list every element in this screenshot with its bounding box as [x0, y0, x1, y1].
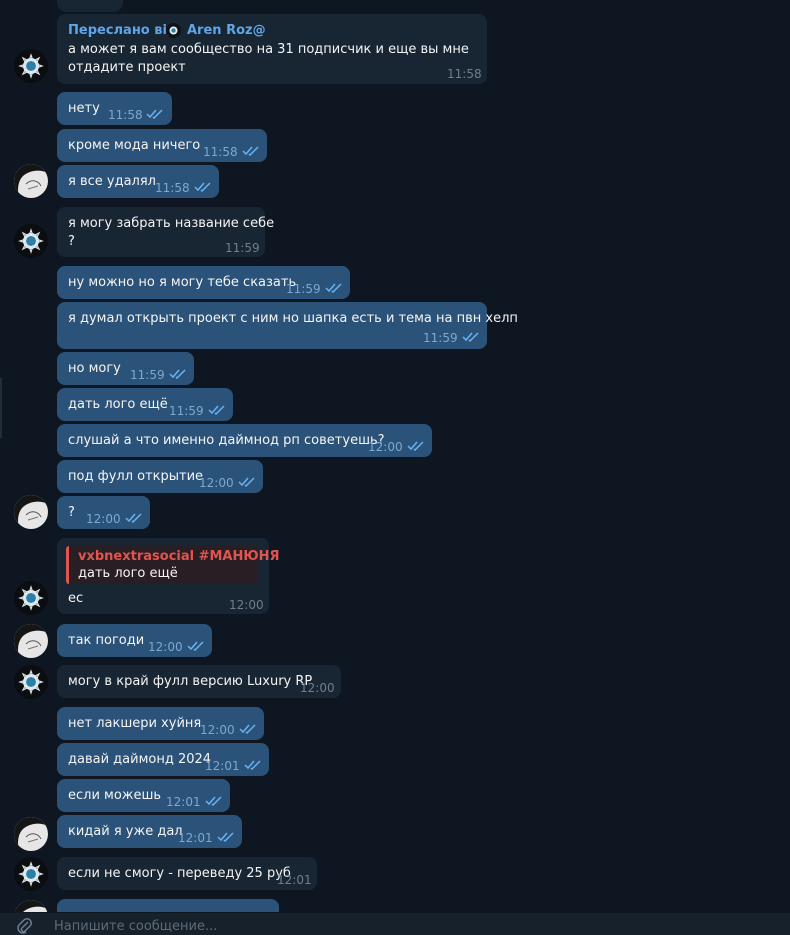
message-bubble[interactable]: под фулл открытие 12:00	[57, 460, 263, 493]
double-check-icon	[325, 283, 342, 293]
message-time: 12:01	[166, 795, 201, 809]
message-time: 12:00	[229, 598, 264, 612]
forward-sender-avatar-icon[interactable]	[166, 23, 181, 38]
message-time: 12:00	[200, 723, 235, 737]
forward-label: Переслано від	[68, 23, 178, 38]
message-time: 11:59	[423, 331, 458, 345]
message-bubble[interactable]: кидай я уже дал 12:01	[57, 815, 242, 848]
message-bubble[interactable]: могу в край фулл версию Luxury RP 12:00	[57, 665, 341, 698]
double-check-icon	[239, 724, 256, 734]
double-check-icon	[146, 109, 163, 119]
reply-message[interactable]: vxbnextrasocial #МАНЮНЯ дать лого ещё ес…	[57, 538, 280, 614]
message-time: 12:01	[205, 759, 240, 773]
double-check-icon	[407, 441, 424, 451]
message-bubble[interactable]: нет лакшери хуйня 12:00	[57, 707, 264, 740]
message-text: нет лакшери хуйня	[68, 716, 202, 731]
avatar[interactable]	[14, 624, 48, 658]
message-time: 12:00	[368, 440, 403, 454]
message-bubble[interactable]: давай даймонд 2024 12:01	[57, 743, 269, 776]
message-bubble[interactable]: если можешь 12:01	[57, 779, 230, 812]
message-time: 11:58	[155, 181, 190, 195]
message-time: 12:01	[178, 831, 213, 845]
message-time: 11:59	[169, 404, 204, 418]
message-text: могу в край фулл версию Luxury RP	[68, 674, 313, 689]
double-check-icon	[169, 369, 186, 379]
message-text: но могу	[68, 361, 121, 376]
message-bubble[interactable]: если не смогу - переведу 25 руб 12:01	[57, 857, 317, 890]
message-bubble[interactable]: ? 12:00	[57, 496, 150, 529]
message-text: так погоди	[68, 633, 145, 648]
message-bubble[interactable]: дать лого ещё 11:59	[57, 388, 233, 421]
message-text: слушай а что именно даймнод рп советуешь…	[68, 433, 385, 448]
message-time: 11:58	[447, 67, 482, 81]
avatar[interactable]	[14, 665, 48, 699]
message-time: 11:59	[130, 368, 165, 382]
message-text: а может я вам сообщество на 31 подписчик…	[68, 42, 469, 57]
scroll-edge	[0, 378, 2, 438]
message-time: 12:01	[277, 873, 312, 887]
message-time: 12:00	[148, 640, 183, 654]
double-check-icon	[462, 332, 479, 342]
message-text: я думал открыть проект с ним но шапка ес…	[68, 311, 518, 326]
reply-quote[interactable]: vxbnextrasocial #МАНЮНЯ дать лого ещё	[66, 546, 280, 584]
message-time: 11:59	[286, 282, 321, 296]
message-text-line-2: отдадите проект	[68, 60, 186, 75]
message-bubble[interactable]: я думал открыть проект с ним но шапка ес…	[57, 302, 518, 349]
message-text-line-2: ?	[68, 234, 75, 249]
avatar[interactable]	[14, 164, 48, 198]
avatar[interactable]	[14, 857, 48, 891]
message-bubble[interactable]: но могу 11:59	[57, 352, 194, 385]
message-bubble[interactable]: я могу забрать название себе ? 11:59	[57, 207, 274, 257]
avatar[interactable]	[14, 495, 48, 529]
double-check-icon	[242, 146, 259, 156]
avatar[interactable]	[14, 817, 48, 851]
message-time: 11:59	[225, 241, 260, 255]
message-time: 12:00	[86, 512, 121, 526]
message-text: нету	[68, 101, 100, 116]
double-check-icon	[217, 832, 234, 842]
message-bubble[interactable]: слушай а что именно даймнод рп советуешь…	[57, 424, 432, 457]
reply-author: vxbnextrasocial #МАНЮНЯ	[78, 549, 280, 564]
message-text: давай даймонд 2024	[68, 752, 212, 767]
message-text: кроме мода ничего	[68, 138, 201, 153]
message-text: ес	[68, 591, 84, 606]
message-bubble[interactable]: кроме мода ничего 11:58	[57, 129, 267, 162]
double-check-icon	[244, 760, 261, 770]
message-time: 11:58	[203, 145, 238, 159]
message-text: я все удалял	[68, 174, 156, 189]
message-text: я могу забрать название себе	[68, 216, 275, 231]
double-check-icon	[238, 477, 255, 487]
reply-text: дать лого ещё	[78, 566, 178, 581]
message-text: дать лого ещё	[68, 397, 168, 412]
double-check-icon	[125, 513, 142, 523]
double-check-icon	[208, 405, 225, 415]
chat-area: Переслано від Aren Roz@ а может я вам со…	[0, 0, 790, 934]
message-text: ?	[68, 505, 75, 520]
message-text: если можешь	[68, 788, 162, 803]
double-check-icon	[187, 641, 204, 651]
forward-sender-name[interactable]: Aren Roz@	[187, 22, 266, 40]
partial-message-bubble	[57, 0, 123, 12]
paperclip-icon[interactable]	[16, 917, 34, 935]
message-bubble[interactable]: нету 11:58	[57, 92, 172, 125]
avatar[interactable]	[14, 49, 48, 83]
message-text: ну можно но я могу тебе сказать	[68, 275, 297, 290]
message-composer: Напишите сообщение...	[0, 912, 790, 935]
forwarded-message[interactable]: Переслано від Aren Roz@ а может я вам со…	[57, 14, 487, 84]
message-time: 11:58	[108, 108, 143, 122]
message-text: кидай я уже дал	[68, 824, 183, 839]
message-text: под фулл открытие	[68, 469, 204, 484]
message-bubble[interactable]: ну можно но я могу тебе сказать 11:59	[57, 266, 350, 299]
message-input[interactable]: Напишите сообщение...	[54, 919, 217, 934]
avatar[interactable]	[14, 581, 48, 615]
double-check-icon	[205, 796, 222, 806]
double-check-icon	[194, 182, 211, 192]
avatar[interactable]	[14, 224, 48, 258]
message-bubble[interactable]: я все удалял 11:58	[57, 165, 219, 198]
message-bubble[interactable]: так погоди 12:00	[57, 624, 212, 657]
message-text: если не смогу - переведу 25 руб	[68, 866, 291, 881]
message-time: 12:00	[300, 681, 335, 695]
message-time: 12:00	[199, 476, 234, 490]
